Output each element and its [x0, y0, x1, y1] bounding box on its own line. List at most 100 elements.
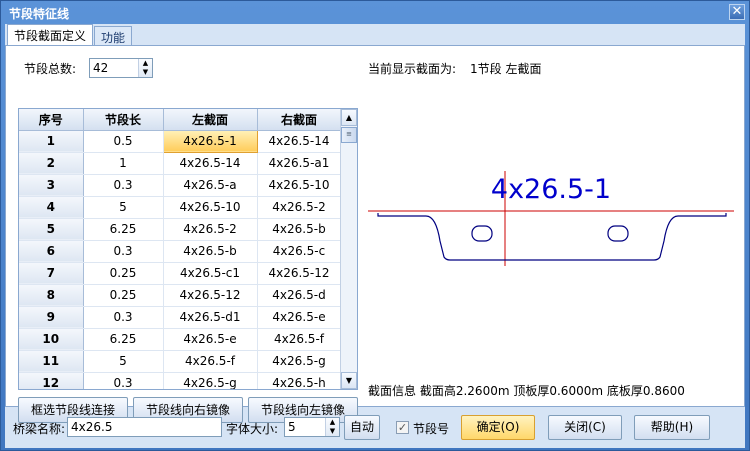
segment-length-cell[interactable]: 0.3 [83, 240, 164, 263]
close-button[interactable]: 关闭(C) [548, 415, 622, 440]
font-size-value: 5 [288, 420, 296, 434]
column-header-left-section[interactable]: 左截面 [163, 109, 258, 131]
section-drawing: 4x26.5-1 [368, 171, 734, 266]
table-row[interactable]: 11 5 4x26.5-f 4x26.5-g [19, 350, 342, 373]
arrow-down-icon[interactable]: ▼ [326, 427, 339, 436]
left-section-cell[interactable]: 4x26.5-a [163, 174, 258, 197]
segment-count-value: 42 [93, 61, 109, 75]
scroll-thumb[interactable]: ≡ [341, 127, 357, 143]
right-section-cell[interactable]: 4x26.5-f [257, 328, 342, 351]
right-section-cell[interactable]: 4x26.5-e [257, 306, 342, 329]
column-header-right-section[interactable]: 右截面 [257, 109, 342, 131]
arrow-down-icon[interactable]: ▼ [139, 68, 152, 77]
row-index-cell[interactable]: 3 [19, 174, 84, 197]
arrow-up-icon[interactable]: ▲ [139, 59, 152, 68]
table-row[interactable]: 12 0.3 4x26.5-g 4x26.5-h [19, 372, 342, 389]
tab-functions[interactable]: 功能 [94, 26, 133, 46]
row-index-cell[interactable]: 11 [19, 350, 84, 373]
segment-length-cell[interactable]: 0.3 [83, 306, 164, 329]
table-row[interactable]: 5 6.25 4x26.5-2 4x26.5-b [19, 218, 342, 241]
bottom-bar: 桥梁名称: 4x26.5 字体大小: 5 ▲ ▼ 自动 ✓ 节段号 确定(O) … [5, 408, 745, 448]
segment-length-cell[interactable]: 0.25 [83, 262, 164, 285]
right-section-cell[interactable]: 4x26.5-10 [257, 174, 342, 197]
left-section-cell[interactable]: 4x26.5-f [163, 350, 258, 373]
right-section-cell[interactable]: 4x26.5-12 [257, 262, 342, 285]
scroll-down-icon[interactable]: ▼ [341, 372, 357, 389]
table-row[interactable]: 3 0.3 4x26.5-a 4x26.5-10 [19, 174, 342, 197]
arrow-up-icon[interactable]: ▲ [326, 418, 339, 427]
ok-button[interactable]: 确定(O) [461, 415, 535, 440]
font-size-stepper[interactable]: 5 ▲ ▼ [284, 417, 340, 437]
row-index-cell[interactable]: 5 [19, 218, 84, 241]
table-row[interactable]: 6 0.3 4x26.5-b 4x26.5-c [19, 240, 342, 263]
segment-count-label: 节段总数: [24, 62, 77, 76]
row-index-cell[interactable]: 12 [19, 372, 84, 389]
row-index-cell[interactable]: 10 [19, 328, 84, 351]
segment-length-cell[interactable]: 5 [83, 196, 164, 219]
left-section-cell[interactable]: 4x26.5-c1 [163, 262, 258, 285]
left-section-cell[interactable]: 4x26.5-10 [163, 196, 258, 219]
left-section-cell[interactable]: 4x26.5-g [163, 372, 258, 389]
row-index-cell[interactable]: 4 [19, 196, 84, 219]
column-header-index[interactable]: 序号 [19, 109, 84, 131]
right-section-cell[interactable]: 4x26.5-c [257, 240, 342, 263]
segment-length-cell[interactable]: 6.25 [83, 218, 164, 241]
segment-length-cell[interactable]: 5 [83, 350, 164, 373]
table-row[interactable]: 10 6.25 4x26.5-e 4x26.5-f [19, 328, 342, 351]
table-row[interactable]: 1 0.5 4x26.5-1 4x26.5-14 [19, 129, 342, 153]
right-section-cell[interactable]: 4x26.5-d [257, 284, 342, 307]
close-icon[interactable]: ✕ [729, 4, 745, 20]
left-section-cell[interactable]: 4x26.5-1 [162, 129, 258, 153]
row-index-cell[interactable]: 6 [19, 240, 84, 263]
segment-length-cell[interactable]: 0.3 [83, 372, 164, 389]
left-section-cell[interactable]: 4x26.5-12 [163, 284, 258, 307]
box-girder-outline [377, 213, 727, 261]
stepper-arrows[interactable]: ▲ ▼ [138, 59, 152, 77]
row-index-cell[interactable]: 9 [19, 306, 84, 329]
left-section-cell[interactable]: 4x26.5-e [163, 328, 258, 351]
right-section-cell[interactable]: 4x26.5-14 [257, 130, 342, 153]
table-vertical-scrollbar[interactable]: ▲ ≡ ▼ [340, 109, 357, 389]
table-row[interactable]: 8 0.25 4x26.5-12 4x26.5-d [19, 284, 342, 307]
help-button[interactable]: 帮助(H) [634, 415, 710, 440]
row-index-cell[interactable]: 7 [19, 262, 84, 285]
title-bar[interactable]: 节段特征线 [1, 1, 749, 23]
segment-count-stepper[interactable]: 42 ▲ ▼ [89, 58, 153, 78]
right-section-cell[interactable]: 4x26.5-2 [257, 196, 342, 219]
segment-number-checkbox[interactable]: ✓ [396, 421, 409, 434]
bottom-slab-thickness: 底板厚0.8600 [606, 384, 685, 398]
table-row[interactable]: 7 0.25 4x26.5-c1 4x26.5-12 [19, 262, 342, 285]
right-section-cell[interactable]: 4x26.5-g [257, 350, 342, 373]
left-section-cell[interactable]: 4x26.5-2 [163, 218, 258, 241]
row-index-cell[interactable]: 2 [19, 152, 84, 175]
segment-length-cell[interactable]: 0.5 [83, 130, 164, 153]
segment-length-cell[interactable]: 6.25 [83, 328, 164, 351]
section-height: 截面高2.2600m [419, 384, 510, 398]
right-section-cell[interactable]: 4x26.5-b [257, 218, 342, 241]
column-header-length[interactable]: 节段长 [83, 109, 164, 131]
row-index-cell[interactable]: 8 [19, 284, 84, 307]
scroll-up-icon[interactable]: ▲ [341, 109, 357, 126]
segment-length-cell[interactable]: 0.25 [83, 284, 164, 307]
segment-length-cell[interactable]: 1 [83, 152, 164, 175]
bridge-name-input[interactable]: 4x26.5 [67, 417, 222, 437]
left-section-cell[interactable]: 4x26.5-b [163, 240, 258, 263]
current-display-value: 1节段 左截面 [470, 62, 542, 76]
table-row[interactable]: 4 5 4x26.5-10 4x26.5-2 [19, 196, 342, 219]
table-row[interactable]: 9 0.3 4x26.5-d1 4x26.5-e [19, 306, 342, 329]
left-section-cell[interactable]: 4x26.5-14 [163, 152, 258, 175]
right-section-cell[interactable]: 4x26.5-h [257, 372, 342, 389]
section-info-label: 截面信息 [368, 384, 417, 398]
segment-length-cell[interactable]: 0.3 [83, 174, 164, 197]
right-section-cell[interactable]: 4x26.5-a1 [257, 152, 342, 175]
font-size-arrows[interactable]: ▲ ▼ [325, 418, 339, 436]
row-index-cell[interactable]: 1 [19, 130, 84, 153]
section-name-label: 4x26.5-1 [491, 174, 611, 205]
segment-table[interactable]: 序号 节段长 左截面 右截面 1 0.5 4x26.5-1 4x26.5-14 2 1 4x… [18, 108, 358, 390]
table-row[interactable]: 2 1 4x26.5-14 4x26.5-a1 [19, 152, 342, 175]
left-section-cell[interactable]: 4x26.5-d1 [163, 306, 258, 329]
section-definition-panel: 节段总数: 42 ▲ ▼ 当前显示截面为: 1节段 左截面 序号 节段长 左截面 [5, 45, 745, 423]
tab-section-definition[interactable]: 节段截面定义 [7, 24, 94, 46]
section-preview-canvas[interactable]: 4x26.5-1 [368, 101, 734, 369]
auto-button[interactable]: 自动 [344, 415, 380, 440]
